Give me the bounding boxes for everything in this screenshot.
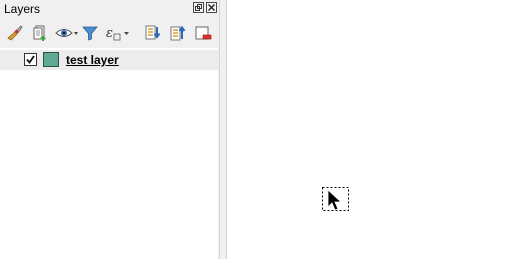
filter-legend-button[interactable] bbox=[80, 23, 100, 43]
layer-tree: test layer bbox=[0, 48, 218, 259]
map-canvas[interactable] bbox=[227, 0, 520, 259]
layers-toolbar: ε bbox=[0, 20, 219, 48]
float-dock-icon bbox=[195, 4, 202, 11]
filter-expression-icon: ε bbox=[106, 26, 129, 41]
visibility-eye-icon bbox=[55, 29, 78, 37]
layer-name[interactable]: test layer bbox=[66, 53, 119, 67]
style-manager-button[interactable] bbox=[5, 23, 25, 43]
remove-layer-button[interactable] bbox=[193, 23, 213, 43]
filter-legend-icon bbox=[82, 26, 98, 41]
style-manager-icon bbox=[7, 25, 23, 41]
panel-title: Layers bbox=[4, 2, 41, 16]
layer-visibility-checkbox[interactable] bbox=[24, 53, 37, 66]
expand-all-icon bbox=[145, 25, 161, 40]
checkmark-icon bbox=[26, 55, 35, 64]
move-cursor-icon bbox=[322, 187, 349, 215]
add-group-button[interactable] bbox=[30, 23, 50, 43]
filter-expression-button[interactable]: ε bbox=[104, 23, 130, 43]
panel-splitter[interactable] bbox=[219, 0, 227, 259]
manage-visibility-button[interactable] bbox=[55, 23, 79, 43]
remove-layer-icon bbox=[195, 26, 212, 40]
close-panel-button[interactable] bbox=[206, 2, 217, 13]
add-group-icon bbox=[33, 25, 46, 41]
layer-symbol-swatch bbox=[43, 52, 59, 67]
svg-text:ε: ε bbox=[106, 26, 113, 41]
close-icon bbox=[208, 4, 215, 11]
layer-row[interactable]: test layer bbox=[0, 50, 218, 70]
float-panel-button[interactable] bbox=[193, 2, 204, 13]
expand-all-button[interactable] bbox=[143, 23, 163, 43]
collapse-all-button[interactable] bbox=[168, 23, 188, 43]
collapse-all-icon bbox=[170, 25, 186, 41]
layers-panel: Layers ε test layer bbox=[0, 0, 219, 259]
